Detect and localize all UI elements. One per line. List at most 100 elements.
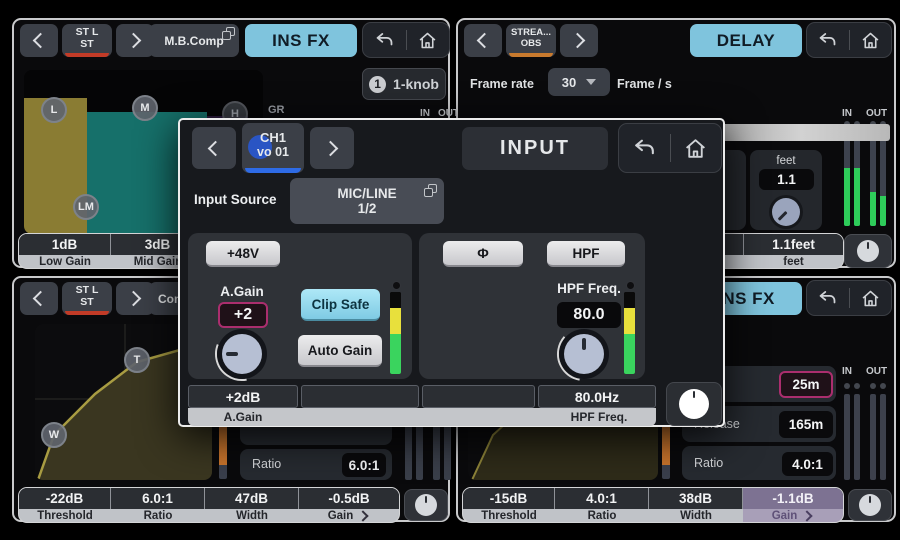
channel-select-button[interactable]: ST L ST — [62, 282, 112, 315]
chevron-right-icon — [126, 291, 142, 307]
home-icon[interactable] — [860, 288, 881, 309]
one-knob-button[interactable]: 1 1-knob — [362, 68, 446, 100]
param-cell-ratio[interactable]: 6.0:1 — [111, 488, 205, 509]
phantom-48v-button[interactable]: +48V — [206, 241, 280, 267]
param-cell-threshold[interactable]: -15dB — [463, 488, 555, 509]
channel-select-button[interactable]: STREA... OBS — [506, 24, 556, 57]
param-label: Ratio — [111, 509, 205, 523]
gr-label: GR — [268, 104, 285, 116]
band-low-handle[interactable]: L — [41, 97, 67, 123]
hpf-level-meter — [624, 292, 635, 374]
home-icon[interactable] — [683, 136, 708, 161]
knob-assign-button[interactable] — [666, 382, 722, 426]
prev-channel-button[interactable] — [20, 24, 58, 57]
next-channel-button[interactable] — [310, 127, 354, 169]
channel-select-button[interactable]: ST L ST — [62, 24, 112, 57]
prev-channel-button[interactable] — [464, 24, 502, 57]
param-cell-low-gain[interactable]: 1dB — [19, 234, 111, 255]
hpf-button[interactable]: HPF — [547, 241, 625, 267]
console-screen: ST L ST M.B.Comp INS FX L M H LM GR 1 — [0, 0, 900, 540]
param-cell-2[interactable] — [301, 385, 419, 408]
clip-safe-button[interactable]: Clip Safe — [301, 289, 380, 321]
param-label: feet — [744, 255, 843, 269]
auto-gain-button[interactable]: Auto Gain — [298, 335, 382, 367]
nav-box — [618, 123, 722, 173]
knob-assign-button[interactable] — [404, 489, 448, 521]
chevron-left-icon — [477, 33, 493, 49]
in-meter-l — [844, 130, 850, 226]
param-cell-width[interactable]: 38dB — [649, 488, 743, 509]
frame-rate-unit: Frame / s — [617, 77, 672, 91]
undo-icon[interactable] — [817, 30, 838, 51]
phase-button[interactable]: Φ — [443, 241, 523, 267]
divider — [670, 134, 671, 163]
page-title-ins-fx[interactable]: INS FX — [245, 24, 357, 57]
undo-icon[interactable] — [817, 288, 838, 309]
page-title-delay[interactable]: DELAY — [690, 24, 802, 57]
channel-select-button[interactable]: CH1 vo 01 — [242, 123, 304, 173]
out-meter-l — [870, 394, 876, 480]
param-cell-feet[interactable]: 1.1feet — [744, 234, 843, 255]
meter-peak-dot — [854, 383, 860, 389]
chevron-right-icon — [802, 510, 813, 521]
out-meter-r — [880, 394, 886, 480]
param-cell-hpf-freq[interactable]: 80.0Hz — [538, 385, 656, 408]
prev-channel-button[interactable] — [20, 282, 58, 315]
hpf-freq-label: HPF Freq. — [549, 281, 629, 296]
ratio-field: Ratio 4.0:1 — [682, 446, 836, 480]
again-label: A.Gain — [202, 284, 282, 299]
next-channel-button[interactable] — [560, 24, 598, 57]
knob-pointer — [226, 352, 238, 356]
chevron-left-icon — [208, 140, 224, 156]
feet-value-box[interactable]: 1.1 — [759, 169, 814, 190]
param-cell-gain[interactable]: -0.5dB — [299, 488, 399, 509]
feet-knob[interactable] — [772, 198, 800, 226]
feet-label: feet — [750, 155, 822, 167]
param-cell-again[interactable]: +2dB — [188, 385, 298, 408]
divider — [406, 30, 407, 50]
gain-label: Gain — [328, 510, 354, 522]
home-icon[interactable] — [417, 30, 438, 51]
knob-assign-button[interactable] — [844, 234, 892, 268]
input-source-button[interactable]: MIC/LINE 1/2 — [290, 178, 444, 224]
one-knob-badge-icon: 1 — [369, 76, 386, 93]
undo-icon[interactable] — [374, 30, 395, 51]
attack-value-box[interactable]: 25m — [779, 371, 833, 398]
prev-channel-button[interactable] — [192, 127, 236, 169]
chevron-right-icon — [323, 140, 339, 156]
library-button[interactable]: M.B.Comp — [149, 24, 239, 57]
gain-label: Gain — [772, 510, 798, 522]
frame-rate-dropdown[interactable]: 30 — [548, 68, 610, 96]
ratio-value-box[interactable]: 4.0:1 — [782, 452, 833, 476]
again-knob[interactable] — [222, 334, 262, 374]
home-icon[interactable] — [860, 30, 881, 51]
in-label: IN — [842, 366, 852, 377]
nav-box — [362, 22, 450, 58]
release-value-box[interactable]: 165m — [779, 411, 833, 438]
ratio-label: Ratio — [694, 456, 723, 470]
input-popup: CH1 vo 01 INPUT Input Source MIC/LINE 1/… — [178, 118, 725, 427]
band-mid-handle[interactable]: M — [132, 95, 158, 121]
knob-assign-button[interactable] — [848, 489, 892, 521]
param-label-again: A.Gain — [188, 410, 298, 424]
chevron-left-icon — [33, 291, 49, 307]
width-handle[interactable]: W — [41, 422, 67, 448]
chevron-left-icon — [33, 33, 49, 49]
param-cell-3[interactable] — [422, 385, 535, 408]
nav-box — [806, 22, 892, 58]
meter-peak-dot — [392, 281, 401, 290]
param-cell-threshold[interactable]: -22dB — [19, 488, 111, 509]
ratio-value-box[interactable]: 6.0:1 — [342, 453, 386, 477]
threshold-handle[interactable]: T — [124, 347, 150, 373]
undo-icon[interactable] — [632, 136, 657, 161]
knob-icon — [857, 240, 879, 262]
param-cell-gain-selected[interactable]: -1.1dB — [743, 488, 843, 509]
hpf-freq-knob[interactable] — [564, 334, 604, 374]
param-cell-ratio[interactable]: 4.0:1 — [555, 488, 649, 509]
knob-icon — [679, 389, 709, 419]
band-lowmid-handle[interactable]: LM — [73, 194, 99, 220]
ratio-label: Ratio — [252, 457, 281, 471]
channel-color-bar — [65, 53, 109, 57]
input-source-value: MIC/LINE — [337, 186, 396, 201]
param-cell-width[interactable]: 47dB — [205, 488, 299, 509]
